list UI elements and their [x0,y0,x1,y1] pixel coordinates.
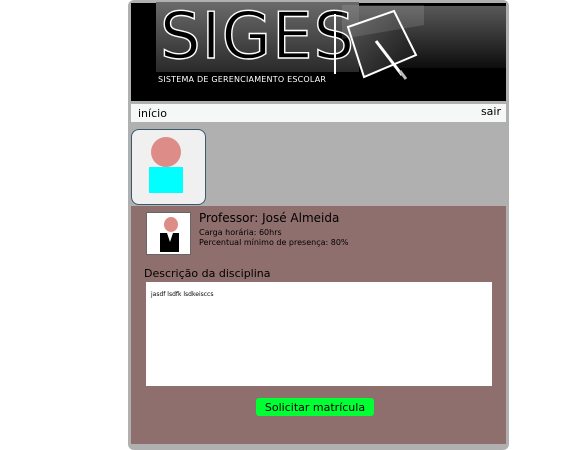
request-enrollment-button[interactable]: Solicitar matrícula [256,398,374,416]
description-heading: Descrição da disciplina [144,267,271,280]
avatar-head [151,137,181,167]
description-box: jasdf lsdfk lsdkeisccs [146,282,492,386]
discipline-panel: Professor: José Almeida Carga horária: 6… [131,206,506,444]
teacher-name: Professor: José Almeida [199,211,340,225]
teacher-workload: Carga horária: 60hrs [199,228,282,237]
nav-bar: início sair [131,104,506,122]
teacher-avatar-shirt [167,233,173,242]
brand-logo-text: SIGES [156,1,360,73]
user-avatar-icon[interactable] [131,129,206,205]
blackboard-pointer-icon [342,5,424,80]
brand-separator [334,14,336,74]
teacher-min-attendance: Percentual mínimo de presença: 80% [199,238,349,247]
avatar-body [149,167,183,193]
app-subtitle: SISTEMA DE GERENCIAMENTO ESCOLAR [158,75,327,84]
logout-link[interactable]: sair [481,105,501,118]
home-link[interactable]: início [138,107,167,120]
description-text: jasdf lsdfk lsdkeisccs [151,291,214,298]
teacher-avatar-icon [146,212,191,255]
teacher-avatar-head [164,217,178,232]
